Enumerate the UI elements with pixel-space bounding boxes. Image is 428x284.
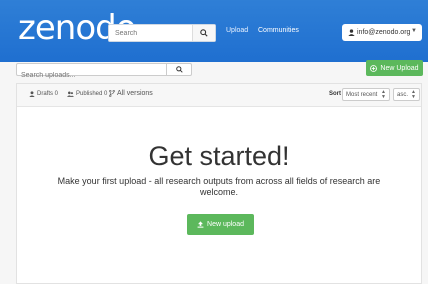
filter-drafts-label: Drafts 0 bbox=[37, 91, 59, 97]
upload-icon bbox=[197, 221, 204, 228]
sort-field-select[interactable]: Most recent ▲ ▼ bbox=[342, 88, 390, 101]
empty-state-message: Make your first upload - all research ou… bbox=[57, 176, 381, 197]
top-navbar: zenodo Upload Communities info@zenodo.or… bbox=[0, 0, 428, 62]
empty-state-title: Get started! bbox=[148, 141, 290, 171]
new-upload-cta-label: New upload bbox=[207, 221, 244, 228]
site-search-button[interactable] bbox=[192, 25, 215, 41]
sort-order-select[interactable]: asc. ▲ ▼ bbox=[393, 88, 420, 101]
filter-all-versions-label: All versions bbox=[117, 90, 153, 97]
sort-field-value: Most recent bbox=[346, 92, 378, 98]
chevron-down-icon: ▼ bbox=[411, 28, 417, 34]
user-icon bbox=[29, 91, 35, 97]
nav-upload-link[interactable]: Upload bbox=[226, 27, 248, 34]
uploads-search-button[interactable] bbox=[166, 64, 191, 75]
new-upload-button[interactable]: New Upload bbox=[366, 60, 423, 76]
sort-arrows-icon: ▲ ▼ bbox=[381, 89, 386, 100]
search-icon bbox=[175, 66, 183, 73]
new-upload-cta-button[interactable]: New upload bbox=[187, 214, 254, 235]
code-fork-icon bbox=[109, 90, 115, 97]
site-search-input[interactable] bbox=[109, 29, 199, 37]
uploads-search bbox=[16, 63, 192, 81]
uploads-toolbar: Drafts 0 Published 0 All versions Sort M… bbox=[17, 84, 421, 107]
users-icon bbox=[67, 91, 74, 97]
uploads-search-input[interactable] bbox=[17, 70, 165, 81]
user-email: info@zenodo.org bbox=[357, 29, 411, 36]
nav-communities-link[interactable]: Communities bbox=[258, 27, 299, 34]
filter-published-label: Published 0 bbox=[76, 91, 108, 97]
uploads-panel: Drafts 0 Published 0 All versions Sort M… bbox=[16, 83, 422, 284]
site-search bbox=[108, 24, 216, 42]
plus-circle-icon bbox=[370, 64, 378, 72]
search-icon bbox=[200, 29, 208, 37]
filter-all-versions[interactable]: All versions bbox=[109, 90, 153, 97]
sort-arrows-icon: ▲ ▼ bbox=[411, 89, 416, 100]
sort-order-value: asc. bbox=[397, 92, 409, 98]
user-icon bbox=[348, 29, 355, 36]
user-menu-button[interactable]: info@zenodo.org ▼ bbox=[342, 24, 422, 41]
new-upload-label: New Upload bbox=[380, 64, 419, 72]
filter-drafts[interactable]: Drafts 0 bbox=[29, 91, 58, 97]
filter-published[interactable]: Published 0 bbox=[67, 91, 107, 97]
sort-label: Sort bbox=[329, 91, 341, 97]
